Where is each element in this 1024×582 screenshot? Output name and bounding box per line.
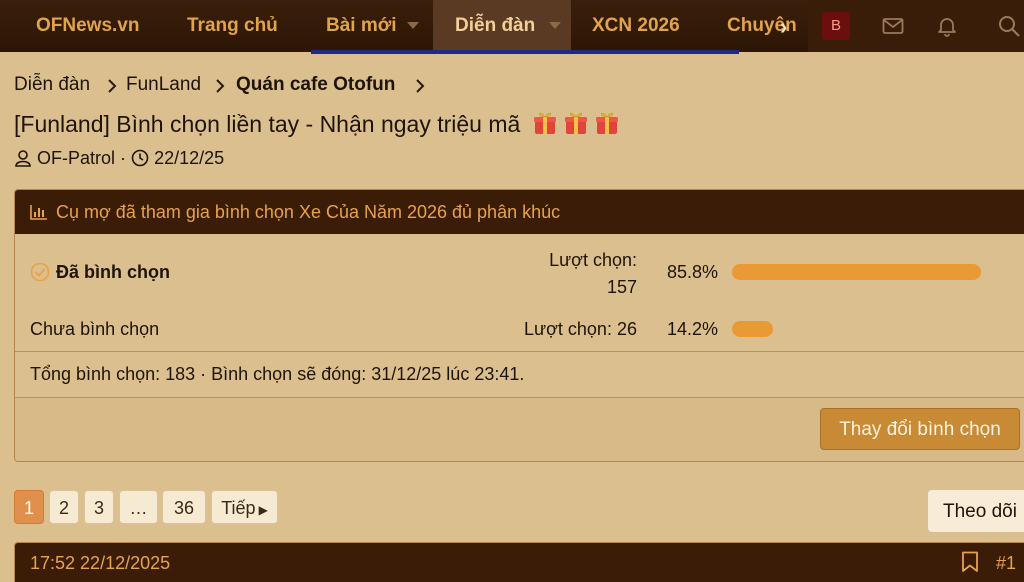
bell-icon[interactable]: [935, 14, 959, 38]
thread-meta: OF-Patrol · 22/12/25: [14, 148, 224, 169]
thread-title: [Funland] Bình chọn liền tay - Nhận ngay…: [14, 111, 521, 137]
nav-new-posts[interactable]: Bài mới: [326, 0, 419, 52]
poll-option-voted-count: Lượt chọn: 157: [485, 247, 637, 301]
page-2-button[interactable]: 2: [49, 490, 79, 524]
nav-forums-label: Diễn đàn: [455, 15, 536, 36]
chevron-right-icon: [216, 79, 225, 93]
gift-icon: [532, 110, 558, 136]
avatar[interactable]: B: [822, 12, 850, 40]
bookmark-icon[interactable]: [961, 551, 979, 573]
poll-option-voted-percent: 85.8%: [667, 262, 719, 282]
poll-question: Cụ mợ đã tham gia bình chọn Xe Của Năm 2…: [56, 202, 561, 222]
poll-block: Cụ mợ đã tham gia bình chọn Xe Của Năm 2…: [14, 189, 1024, 462]
page-3-button[interactable]: 3: [84, 490, 114, 524]
user-icon: [15, 150, 31, 167]
poll-summary: Tổng bình chọn: 183 · Bình chọn sẽ đóng:…: [30, 364, 525, 384]
post-timestamp[interactable]: 17:52 22/12/2025: [30, 553, 170, 574]
breadcrumb-item-cafe[interactable]: Quán cafe Otofun: [236, 74, 395, 96]
chevron-right-icon: [416, 79, 425, 93]
chevron-down-icon[interactable]: [549, 22, 562, 30]
votes-value: 157: [606, 277, 637, 297]
poll-option-not-voted-label: Chưa bình chọn: [30, 319, 160, 339]
nav-forums[interactable]: Diễn đàn: [433, 0, 571, 52]
breadcrumb-item-forums[interactable]: Diễn đàn: [14, 74, 90, 96]
divider: [15, 351, 1024, 352]
envelope-icon[interactable]: [881, 14, 905, 38]
poll-bar-fill: [732, 321, 774, 337]
post-number[interactable]: #1: [996, 553, 1016, 574]
change-vote-button[interactable]: Thay đổi bình chọn: [820, 408, 1020, 450]
nav-new-posts-label: Bài mới: [326, 15, 397, 36]
chevron-right-icon: [108, 79, 117, 93]
breadcrumb-item-funland[interactable]: FunLand: [126, 74, 201, 96]
search-icon[interactable]: [997, 14, 1021, 38]
follow-button[interactable]: Theo dõi: [927, 489, 1024, 533]
gift-icon: [563, 110, 589, 136]
page-1-button[interactable]: 1: [14, 490, 44, 524]
site-logo-link[interactable]: OFNews.vn: [36, 0, 139, 52]
meta-separator: ·: [120, 148, 127, 168]
poll-header: Cụ mợ đã tham gia bình chọn Xe Của Năm 2…: [15, 190, 1024, 234]
chevron-right-icon[interactable]: ›: [780, 14, 787, 40]
bar-chart-icon: [30, 205, 47, 220]
check-circle-icon: [30, 262, 50, 282]
poll-option-voted-bar: [732, 264, 1022, 280]
poll-option-not-voted-bar: [732, 321, 1022, 337]
page-title: [Funland] Bình chọn liền tay - Nhận ngay…: [14, 110, 620, 138]
votes-label: Lượt chọn:: [549, 250, 637, 270]
nav-scroll-indicator: [311, 50, 739, 54]
next-page-label: Tiếp: [221, 498, 256, 518]
nav-home[interactable]: Trang chủ: [187, 0, 278, 52]
poll-option-not-voted-percent: 14.2%: [667, 319, 719, 339]
clock-icon: [131, 149, 149, 167]
page-ellipsis-button[interactable]: …: [119, 490, 158, 524]
votes-label: Lượt chọn:: [524, 319, 612, 339]
votes-value: 26: [616, 319, 637, 339]
page-36-button[interactable]: 36: [162, 490, 206, 524]
chevron-down-icon[interactable]: [406, 22, 419, 30]
caret-right-icon: ▶: [258, 503, 268, 517]
poll-bar-fill: [732, 264, 981, 280]
next-page-button[interactable]: Tiếp ▶: [211, 490, 278, 524]
thread-date[interactable]: 22/12/25: [154, 148, 224, 168]
thread-author[interactable]: OF-Patrol: [37, 148, 115, 168]
poll-option-not-voted-count: Lượt chọn: 26: [485, 319, 637, 340]
nav-xcn-2026[interactable]: XCN 2026: [592, 0, 680, 52]
top-navigation: OFNews.vn Trang chủ Bài mới Diễn đàn XCN…: [0, 0, 1024, 54]
poll-option-voted-label: Đã bình chọn: [56, 262, 170, 282]
gift-icon: [594, 110, 620, 136]
